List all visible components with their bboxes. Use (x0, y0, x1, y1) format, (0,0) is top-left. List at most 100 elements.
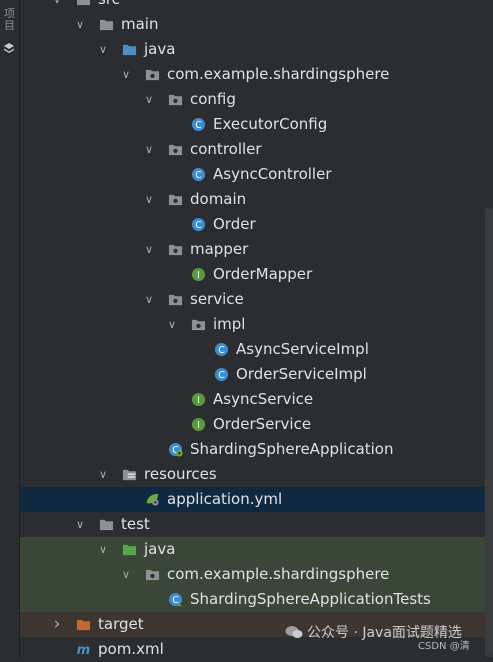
tree-item-com-example-shardingsphere[interactable]: ∨ com.example.shardingsphere (20, 62, 485, 87)
package-icon (145, 69, 160, 81)
tree-item-shardingsphereapplication[interactable]: C ShardingSphereApplication (20, 437, 485, 462)
chevron-down-icon[interactable]: ∨ (96, 37, 110, 62)
tree-item-label: main (121, 15, 159, 33)
tree-item-label: java (144, 540, 176, 558)
package-icon (168, 94, 183, 106)
tree-item-test[interactable]: ∨ test (20, 512, 485, 537)
tree-item-label: src (98, 0, 120, 12)
class-icon: C (191, 217, 206, 232)
svg-text:C: C (218, 370, 225, 381)
tree-item-label: target (98, 615, 144, 633)
test-class-icon: C (168, 592, 183, 607)
tree-item-asyncservice[interactable]: I AsyncService (20, 387, 485, 412)
chevron-down-icon[interactable]: ∨ (142, 187, 156, 212)
chevron-down-icon[interactable]: ∨ (142, 237, 156, 262)
chevron-down-icon[interactable]: ∨ (96, 462, 110, 487)
tree-item-label: pom.xml (98, 640, 164, 658)
tree-item-executorconfig[interactable]: C ExecutorConfig (20, 112, 485, 137)
tree-item-label: ShardingSphereApplication (190, 440, 394, 458)
tree-item-service[interactable]: ∨ service (20, 287, 485, 312)
svg-text:I: I (197, 395, 200, 406)
structure-icon[interactable] (3, 42, 15, 54)
resources-folder-icon (122, 469, 137, 481)
tree-item-asynccontroller[interactable]: C AsyncController (20, 162, 485, 187)
chevron-down-icon[interactable]: ∨ (165, 312, 179, 337)
tree-item-label: Order (213, 215, 256, 233)
package-icon (191, 319, 206, 331)
chevron-down-icon[interactable]: ∨ (142, 137, 156, 162)
tree-item-orderservice[interactable]: I OrderService (20, 412, 485, 437)
source-folder-icon (122, 44, 137, 56)
svg-text:C: C (195, 120, 202, 131)
test-folder-icon (122, 544, 137, 556)
class-icon: C (191, 167, 206, 182)
tree-item-label: com.example.shardingsphere (167, 565, 390, 583)
spring-boot-app-icon: C (168, 442, 183, 457)
tree-item-impl[interactable]: ∨ impl (20, 312, 485, 337)
tree-item-controller[interactable]: ∨ controller (20, 137, 485, 162)
svg-text:C: C (172, 595, 179, 606)
package-icon (168, 244, 183, 256)
chevron-down-icon[interactable]: ∨ (73, 512, 87, 537)
class-icon: C (191, 117, 206, 132)
chevron-right-icon[interactable]: › (50, 612, 64, 637)
chevron-down-icon[interactable]: ∨ (142, 87, 156, 112)
class-icon: C (214, 342, 229, 357)
tree-item-label: config (190, 90, 236, 108)
folder-icon (76, 0, 91, 6)
chevron-down-icon[interactable]: ∨ (119, 562, 133, 587)
tree-item-label: AsyncService (213, 390, 314, 408)
vertical-scrollbar[interactable] (485, 208, 493, 657)
svg-text:m: m (77, 643, 91, 657)
tree-item-asyncserviceimpl[interactable]: C AsyncServiceImpl (20, 337, 485, 362)
package-icon (168, 194, 183, 206)
tree-item-label: ExecutorConfig (213, 115, 328, 133)
tree-item-label: domain (190, 190, 247, 208)
tree-item-orderserviceimpl[interactable]: C OrderServiceImpl (20, 362, 485, 387)
tree-item-label: OrderServiceImpl (236, 365, 367, 383)
package-icon (145, 569, 160, 581)
tree-item-domain[interactable]: ∨ domain (20, 187, 485, 212)
tree-item-config[interactable]: ∨ config (20, 87, 485, 112)
tree-item-main[interactable]: ∨ main (20, 12, 485, 37)
project-tree: ∨ src ∨ main ∨ java ∨ com.example.shardingspher… (20, 0, 485, 662)
project-tab[interactable]: 项目 (2, 8, 17, 32)
svg-text:I: I (197, 270, 200, 281)
tree-item-src[interactable]: ∨ src (20, 0, 485, 12)
tree-item-com-example-shardingsphere[interactable]: ∨ com.example.shardingsphere (20, 562, 485, 587)
tree-item-label: OrderService (213, 415, 312, 433)
folder-icon (99, 19, 114, 31)
svg-text:C: C (218, 345, 225, 356)
tool-window-strip: 项目 (0, 0, 20, 657)
chevron-down-icon[interactable]: ∨ (142, 287, 156, 312)
tree-item-label: java (144, 40, 176, 58)
tree-item-java[interactable]: ∨ java (20, 37, 485, 62)
chevron-down-icon[interactable]: ∨ (73, 12, 87, 37)
tree-item-label: OrderMapper (213, 265, 313, 283)
tree-item-order[interactable]: C Order (20, 212, 485, 237)
tree-item-resources[interactable]: ∨ resources (20, 462, 485, 487)
chevron-down-icon[interactable]: ∨ (119, 62, 133, 87)
tree-item-label: impl (213, 315, 246, 333)
tree-item-java[interactable]: ∨ java (20, 537, 485, 562)
wechat-icon (285, 626, 303, 638)
tree-item-label: resources (144, 465, 217, 483)
tree-item-label: service (190, 290, 244, 308)
tree-item-label: AsyncController (213, 165, 332, 183)
spring-yml-icon (146, 493, 159, 506)
interface-icon: I (191, 267, 206, 282)
watermark-sub: CSDN @清 (418, 641, 470, 652)
package-icon (168, 294, 183, 306)
excluded-folder-icon (76, 619, 91, 631)
package-icon (168, 144, 183, 156)
folder-icon (99, 519, 114, 531)
tree-item-label: test (121, 515, 150, 533)
svg-text:C: C (195, 220, 202, 231)
chevron-down-icon[interactable]: ∨ (96, 537, 110, 562)
tree-item-ordermapper[interactable]: I OrderMapper (20, 262, 485, 287)
chevron-down-icon[interactable]: ∨ (50, 0, 64, 12)
tree-item-shardingsphereapplicationtests[interactable]: C ShardingSphereApplicationTests (20, 587, 485, 612)
tree-item-mapper[interactable]: ∨ mapper (20, 237, 485, 262)
tree-item-application-yml[interactable]: application.yml (20, 487, 485, 512)
tree-item-label: AsyncServiceImpl (236, 340, 369, 358)
